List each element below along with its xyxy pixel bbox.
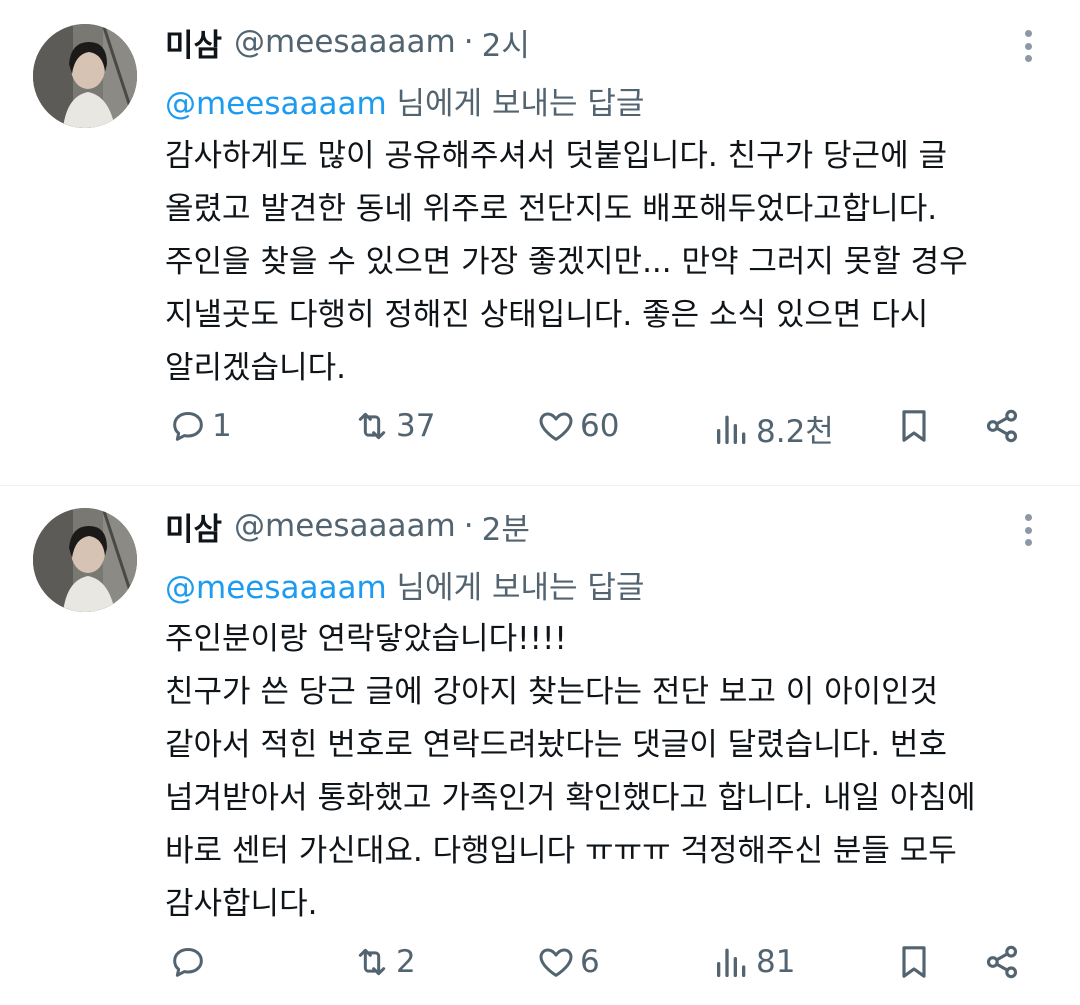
views-icon: [717, 948, 746, 977]
share-button[interactable]: [982, 406, 1022, 446]
reply-to-line: @meesaaaam 님에게 보내는 답글: [165, 78, 644, 123]
reply-button[interactable]: 1: [168, 406, 232, 446]
retweet-icon: [358, 412, 386, 440]
tweet-text-line: 올렸고 발견한 동네 위주로 전단지도 배포해두었다고합니다.: [165, 191, 938, 227]
tweet-text-line: 지낼곳도 다행히 정해진 상태입니다. 좋은 소식 있으면 다시: [165, 297, 929, 333]
views-count: 81: [756, 944, 796, 980]
tweet[interactable]: 미삼 @meesaaaam · 2분 @meesaaaam 님에게 보내는 답글…: [0, 486, 1080, 1005]
more-icon[interactable]: [1018, 26, 1038, 66]
reply-button[interactable]: [168, 942, 212, 982]
reply-icon: [173, 412, 203, 441]
views-count: 8.2천: [756, 414, 834, 450]
reply-suffix: 님에게 보내는 답글: [386, 570, 645, 606]
tweet-text-line: 넘겨받아서 통화했고 가족인거 확인했다고 합니다. 내일 아침에: [165, 780, 976, 816]
tweet-text-line: 주인을 찾을 수 있으면 가장 좋겠지만... 만약 그러지 못할 경우: [165, 244, 968, 280]
heart-icon: [539, 412, 573, 441]
tweet-text-line: 바로 센터 가신대요. 다행입니다 ㅠㅠㅠ 걱정해주신 분들 모두: [165, 833, 957, 869]
more-icon[interactable]: [1018, 510, 1038, 550]
tweet-text-line: 알리겠습니다.: [165, 350, 346, 386]
tweet-text-line: 친구가 쓴 당근 글에 강아지 찾는다는 전단 보고 이 아이인것: [165, 674, 939, 710]
user-handle[interactable]: @meesaaaam: [234, 508, 456, 544]
action-bar: 1 37 60 8.2천: [0, 406, 1080, 454]
tweet-text-line: 주인분이랑 연락닿았습니다!!!!: [165, 621, 567, 657]
tweet-header: 미삼 @meesaaaam · 2분: [165, 504, 530, 548]
retweet-icon: [358, 948, 386, 976]
tweet-text: 감사하게도 많이 공유해주셔서 덧붙입니다. 친구가 당근에 글 올렸고 발견한…: [165, 130, 1045, 395]
reply-mention[interactable]: @meesaaaam: [165, 570, 387, 606]
separator-dot: ·: [463, 508, 474, 544]
retweet-button[interactable]: 37: [352, 406, 435, 446]
tweet[interactable]: 미삼 @meesaaaam · 2시 @meesaaaam 님에게 보내는 답글…: [0, 0, 1080, 485]
retweet-button[interactable]: 2: [352, 942, 416, 982]
views-icon: [717, 415, 746, 444]
heart-icon: [539, 948, 573, 977]
retweet-count: 2: [396, 944, 416, 980]
action-bar: 2 6 81: [0, 942, 1080, 990]
views-button[interactable]: 8.2천: [712, 406, 834, 451]
bookmark-icon: [902, 410, 926, 442]
share-icon: [986, 945, 1018, 979]
reply-count: 1: [212, 408, 232, 444]
separator-dot: ·: [463, 24, 474, 60]
bookmark-button[interactable]: [894, 942, 934, 982]
timestamp[interactable]: 2분: [482, 504, 530, 549]
timestamp[interactable]: 2시: [482, 20, 530, 65]
reply-to-line: @meesaaaam 님에게 보내는 답글: [165, 562, 644, 607]
reply-suffix: 님에게 보내는 답글: [386, 86, 645, 122]
tweet-text-line: 감사합니다.: [165, 886, 318, 922]
like-button[interactable]: 60: [536, 406, 619, 446]
reply-icon: [173, 948, 203, 977]
tweet-header: 미삼 @meesaaaam · 2시: [165, 20, 530, 64]
bookmark-icon: [902, 946, 926, 978]
avatar[interactable]: [33, 24, 137, 128]
tweet-text-line: 감사하게도 많이 공유해주셔서 덧붙입니다. 친구가 당근에 글: [165, 138, 947, 174]
share-icon: [986, 409, 1018, 443]
views-button[interactable]: 81: [712, 942, 795, 982]
user-handle[interactable]: @meesaaaam: [234, 24, 456, 60]
display-name[interactable]: 미삼: [165, 504, 222, 549]
tweet-text-line: 같아서 적힌 번호로 연락드려놨다는 댓글이 달렸습니다. 번호: [165, 727, 947, 763]
reply-mention[interactable]: @meesaaaam: [165, 86, 387, 122]
like-count: 6: [580, 944, 600, 980]
avatar[interactable]: [33, 508, 137, 612]
display-name[interactable]: 미삼: [165, 20, 222, 65]
like-button[interactable]: 6: [536, 942, 600, 982]
share-button[interactable]: [982, 942, 1022, 982]
tweet-text: 주인분이랑 연락닿았습니다!!!! 친구가 쓴 당근 글에 강아지 찾는다는 전…: [165, 613, 1045, 931]
like-count: 60: [580, 408, 620, 444]
bookmark-button[interactable]: [894, 406, 934, 446]
retweet-count: 37: [396, 408, 436, 444]
